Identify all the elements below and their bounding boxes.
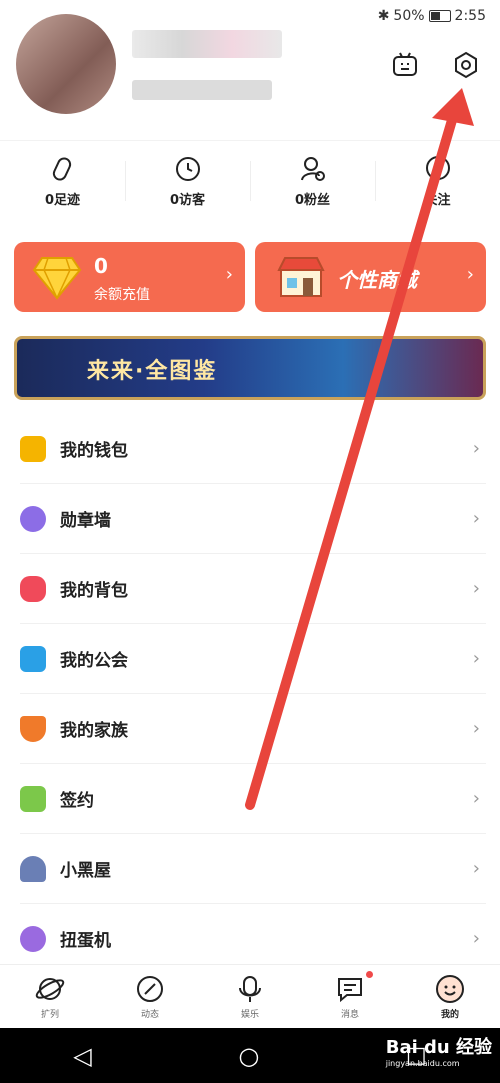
settings-gear-icon[interactable] [451, 50, 481, 80]
menu-item-family[interactable]: 我的家族 › [20, 694, 486, 764]
tab-feed[interactable]: 动态 [100, 965, 200, 1029]
footprint-icon [52, 156, 71, 181]
planet-icon [35, 978, 65, 1000]
menu-item-label: 小黑屋 [60, 861, 111, 881]
tab-label: 我的 [440, 1010, 459, 1020]
microphone-icon [239, 976, 261, 1002]
chevron-right-icon: › [472, 578, 480, 599]
promo-banner[interactable]: 来来·全图鉴 [14, 336, 486, 400]
stats-row: 0足迹 0访客 0粉丝 关注 [0, 140, 500, 221]
dark-room-icon [20, 855, 46, 882]
stat-label: 0足迹 [44, 192, 81, 208]
stat-label: 0粉丝 [294, 192, 331, 208]
tab-label: 消息 [340, 1010, 359, 1020]
guild-icon [20, 645, 46, 672]
chevron-right-icon: › [225, 264, 233, 285]
gacha-icon [20, 925, 46, 952]
chevron-right-icon: › [472, 648, 480, 669]
stat-label: 关注 [424, 192, 451, 208]
smile-icon [436, 975, 464, 1003]
stat-fans[interactable]: 0粉丝 [250, 141, 375, 221]
user-id-blurred [132, 80, 272, 100]
back-icon[interactable]: ◁ [73, 1042, 91, 1070]
unread-dot [366, 971, 373, 978]
stat-following[interactable]: 关注 [375, 141, 500, 221]
bottom-tab-bar: 扩列 动态 娱乐 消息 我的 [0, 964, 500, 1029]
tab-entertainment[interactable]: 娱乐 [200, 965, 300, 1029]
avatar[interactable] [16, 14, 116, 114]
menu-item-label: 勋章墙 [60, 511, 111, 531]
menu-item-dark-room[interactable]: 小黑屋 › [20, 834, 486, 904]
diamond-icon [32, 257, 82, 300]
balance-label: 余额充值 [94, 287, 150, 303]
chevron-right-icon: › [472, 718, 480, 739]
menu-item-gacha[interactable]: 扭蛋机 › [20, 904, 486, 973]
shop-label: 个性商城 [337, 268, 417, 292]
tab-label: 扩列 [40, 1010, 59, 1020]
menu-item-wallet[interactable]: 我的钱包 › [20, 414, 486, 484]
wallet-icon [20, 435, 46, 462]
tab-label: 娱乐 [240, 1010, 259, 1020]
menu-item-backpack[interactable]: 我的背包 › [20, 554, 486, 624]
shop-icon [277, 257, 325, 297]
username-blurred [132, 30, 282, 58]
banner-title: 来来·全图鉴 [87, 359, 218, 384]
family-shield-icon [20, 715, 46, 742]
clock-icon [175, 156, 200, 181]
medal-icon [20, 505, 46, 532]
chevron-right-icon: › [472, 928, 480, 949]
menu-list: 我的钱包 › 勋章墙 › 我的背包 › 我的公会 › 我的家族 › 签约 › 小… [20, 414, 486, 973]
menu-item-medal-wall[interactable]: 勋章墙 › [20, 484, 486, 554]
menu-item-contract[interactable]: 签约 › [20, 764, 486, 834]
chevron-right-icon: › [472, 788, 480, 809]
menu-item-label: 我的家族 [60, 721, 128, 741]
action-cards: 0 余额充值 › 个性商城 › [14, 242, 486, 312]
chevron-right-icon: › [472, 858, 480, 879]
message-icon [338, 978, 362, 1003]
chevron-right-icon: › [472, 508, 480, 529]
balance-value: 0 [94, 254, 108, 278]
stat-visitors[interactable]: 0访客 [125, 141, 250, 221]
home-icon[interactable]: ○ [238, 1042, 259, 1070]
chevron-right-icon: › [472, 438, 480, 459]
baidu-watermark: Bai du 经验 jingyan.baidu.com [386, 1033, 492, 1068]
backpack-icon [20, 575, 46, 602]
heart-icon [425, 155, 450, 180]
watermark-url: jingyan.baidu.com [385, 1059, 460, 1068]
profile-header [0, 0, 500, 130]
user-icon [300, 156, 325, 181]
robot-icon[interactable] [390, 50, 420, 80]
stat-label: 0访客 [169, 192, 206, 208]
tab-messages[interactable]: 消息 [300, 965, 400, 1029]
stat-footprints[interactable]: 0足迹 [0, 141, 125, 221]
personal-shop-card[interactable]: 个性商城 › [255, 242, 486, 312]
compass-icon [137, 976, 163, 1002]
menu-item-label: 我的公会 [60, 651, 128, 671]
watermark-brand: Bai du 经验 [385, 1037, 492, 1058]
balance-recharge-card[interactable]: 0 余额充值 › [14, 242, 245, 312]
tab-explore[interactable]: 扩列 [0, 965, 100, 1029]
menu-item-label: 我的钱包 [60, 441, 128, 461]
menu-item-label: 我的背包 [60, 581, 128, 601]
menu-item-label: 扭蛋机 [60, 931, 111, 951]
tab-me[interactable]: 我的 [400, 965, 500, 1029]
chevron-right-icon: › [466, 264, 474, 285]
tab-label: 动态 [140, 1010, 159, 1020]
contract-icon [20, 785, 46, 812]
menu-item-guild[interactable]: 我的公会 › [20, 624, 486, 694]
menu-item-label: 签约 [60, 791, 94, 811]
